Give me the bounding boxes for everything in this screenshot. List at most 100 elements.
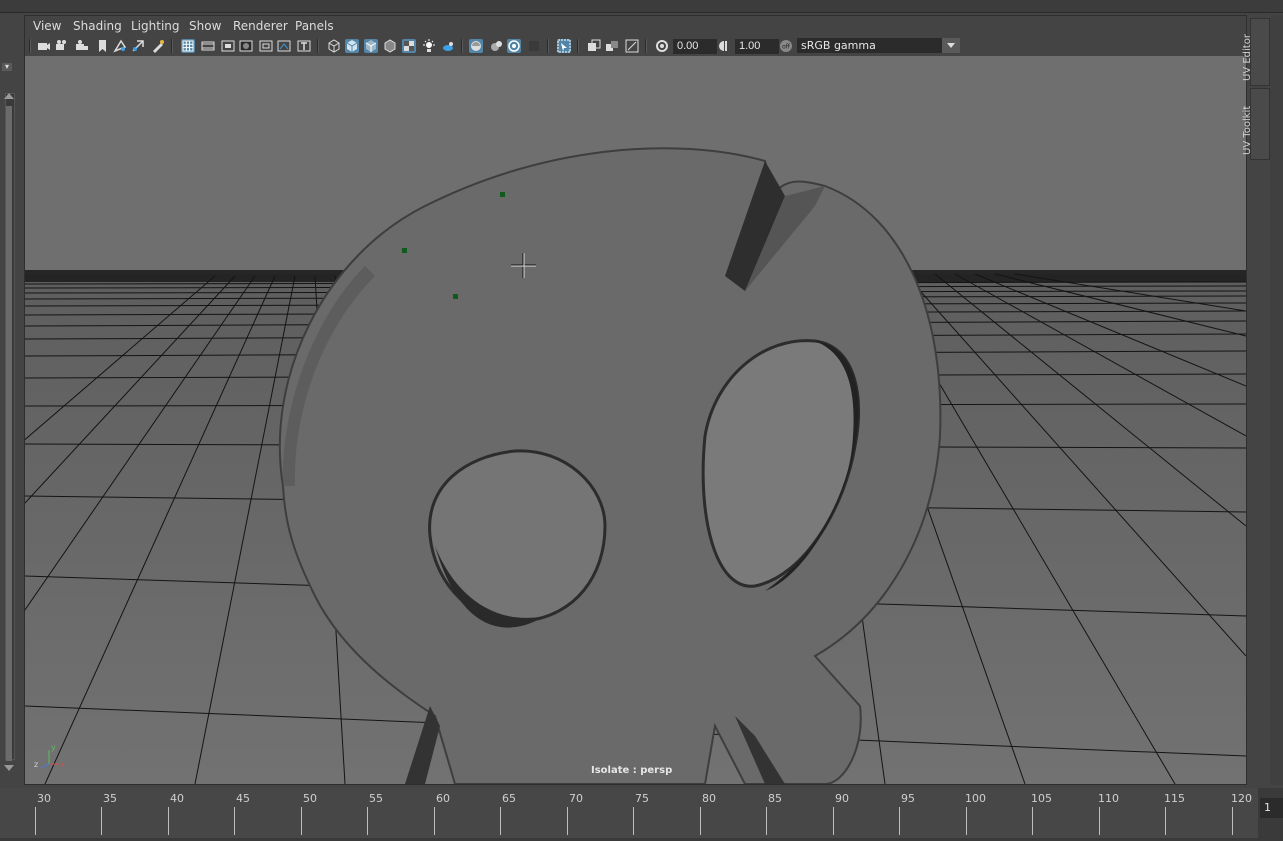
tick-mark	[1232, 807, 1233, 835]
tick-label: 55	[369, 792, 383, 805]
top-strip	[0, 0, 1283, 13]
tick-label: 70	[569, 792, 583, 805]
menu-show[interactable]: Show	[189, 19, 221, 33]
tick-mark	[301, 807, 302, 835]
tick-mark	[500, 807, 501, 835]
tab-uv-editor[interactable]: UV Editor	[1242, 18, 1270, 86]
axis-x-label: x	[60, 760, 65, 769]
use-lights-icon[interactable]	[402, 39, 416, 53]
wireframe-on-shaded-icon[interactable]	[364, 39, 378, 53]
gate-mask-icon[interactable]	[239, 39, 253, 53]
tick-mark	[567, 807, 568, 835]
color-space-value: sRGB gamma	[801, 39, 876, 52]
left-scrollbar-thumb[interactable]	[6, 106, 12, 761]
motion-blur-icon[interactable]	[469, 39, 483, 53]
tick-label: 95	[901, 792, 915, 805]
xray-joints-icon[interactable]	[587, 39, 601, 53]
backface-culling-icon[interactable]	[605, 39, 619, 53]
isolate-select-icon[interactable]	[557, 39, 571, 53]
tick-label: 75	[635, 792, 649, 805]
tick-mark	[1032, 807, 1033, 835]
two-d-pan-icon[interactable]	[131, 39, 145, 53]
menu-lighting[interactable]: Lighting	[131, 19, 180, 33]
tick-mark	[899, 807, 900, 835]
textured-icon[interactable]	[383, 39, 397, 53]
chevron-down-icon[interactable]	[942, 38, 960, 53]
select-camera-icon[interactable]	[37, 39, 51, 53]
axis-y-label: y	[51, 743, 56, 752]
time-slider[interactable]: 30 35 40 45 50 55 60 65 70 75 80 85 90 9…	[0, 788, 1283, 841]
tick-label: 60	[436, 792, 450, 805]
grid-icon[interactable]	[181, 39, 195, 53]
safe-title-icon[interactable]	[297, 39, 311, 53]
tick-mark	[966, 807, 967, 835]
smooth-shade-icon[interactable]	[345, 39, 359, 53]
viewport-3d[interactable]: Isolate : persp y x z	[25, 56, 1246, 784]
tick-mark	[234, 807, 235, 835]
gamma-field[interactable]	[735, 39, 779, 54]
viewport-panel: View Shading Lighting Show Renderer Pane…	[24, 15, 1247, 785]
tick-mark	[434, 807, 435, 835]
depth-of-field-icon[interactable]	[507, 39, 521, 53]
tick-label: 110	[1098, 792, 1119, 805]
toolbar-separator	[317, 39, 319, 53]
shadows-icon[interactable]	[422, 39, 436, 53]
anti-aliasing-icon[interactable]	[489, 39, 503, 53]
camera-attributes-icon[interactable]	[55, 39, 69, 53]
menu-shading[interactable]: Shading	[73, 19, 122, 33]
tick-label: 40	[170, 792, 184, 805]
exposure-field[interactable]	[673, 39, 717, 54]
tick-label: 30	[37, 792, 51, 805]
tab-uv-editor-label: UV Editor	[1242, 34, 1253, 81]
tick-mark	[168, 807, 169, 835]
menu-panels[interactable]: Panels	[295, 19, 334, 33]
tab-uv-toolkit[interactable]: UV Toolkit	[1242, 88, 1270, 160]
tick-mark	[833, 807, 834, 835]
toolbar-separator	[171, 39, 173, 53]
scroll-up-icon[interactable]	[4, 93, 14, 99]
scene-render[interactable]	[25, 56, 1246, 784]
menu-renderer[interactable]: Renderer	[233, 19, 288, 33]
wireframe-icon[interactable]	[327, 39, 341, 53]
field-chart-icon[interactable]	[259, 39, 273, 53]
axis-z-label: z	[34, 760, 38, 769]
tick-label: 50	[303, 792, 317, 805]
scroll-down-icon[interactable]	[4, 765, 14, 771]
color-space-dropdown[interactable]: sRGB gamma	[797, 38, 960, 53]
grease-pencil-icon[interactable]	[151, 39, 165, 53]
toolbar-separator	[461, 39, 463, 53]
tick-mark	[633, 807, 634, 835]
time-ruler[interactable]: 30 35 40 45 50 55 60 65 70 75 80 85 90 9…	[0, 788, 1258, 838]
tick-label: 100	[965, 792, 986, 805]
gamma-icon[interactable]	[717, 39, 731, 53]
tick-label: 45	[236, 792, 250, 805]
camera-lock-icon[interactable]	[75, 39, 89, 53]
bookmark-icon[interactable]	[95, 39, 109, 53]
tick-mark	[367, 807, 368, 835]
tick-label: 115	[1164, 792, 1185, 805]
hud-icon[interactable]	[625, 39, 639, 53]
safe-action-icon[interactable]	[277, 39, 291, 53]
tab-uv-toolkit-label: UV Toolkit	[1242, 105, 1253, 155]
current-frame-field[interactable]: 1	[1260, 798, 1283, 818]
exposure-icon[interactable]	[655, 39, 669, 53]
film-gate-icon[interactable]	[201, 39, 215, 53]
image-plane-icon[interactable]	[113, 39, 127, 53]
xray-icon[interactable]	[527, 39, 541, 53]
left-scroll-panel: ▾	[0, 13, 18, 788]
left-collapse-icon[interactable]: ▾	[2, 63, 12, 71]
toolbar-separator	[29, 39, 31, 53]
tick-label: 90	[835, 792, 849, 805]
toolbar-separator	[645, 39, 647, 53]
ambient-occlusion-icon[interactable]	[441, 39, 455, 53]
resolution-gate-icon[interactable]	[221, 39, 235, 53]
isolate-label: Isolate : persp	[591, 765, 673, 776]
svg-text:off: off	[782, 44, 791, 51]
tick-label: 65	[502, 792, 516, 805]
tick-mark	[1099, 807, 1100, 835]
tick-mark	[766, 807, 767, 835]
tick-label: 35	[103, 792, 117, 805]
menu-view[interactable]: View	[33, 19, 61, 33]
tick-mark	[35, 807, 36, 835]
view-transform-icon[interactable]: off	[779, 39, 793, 53]
